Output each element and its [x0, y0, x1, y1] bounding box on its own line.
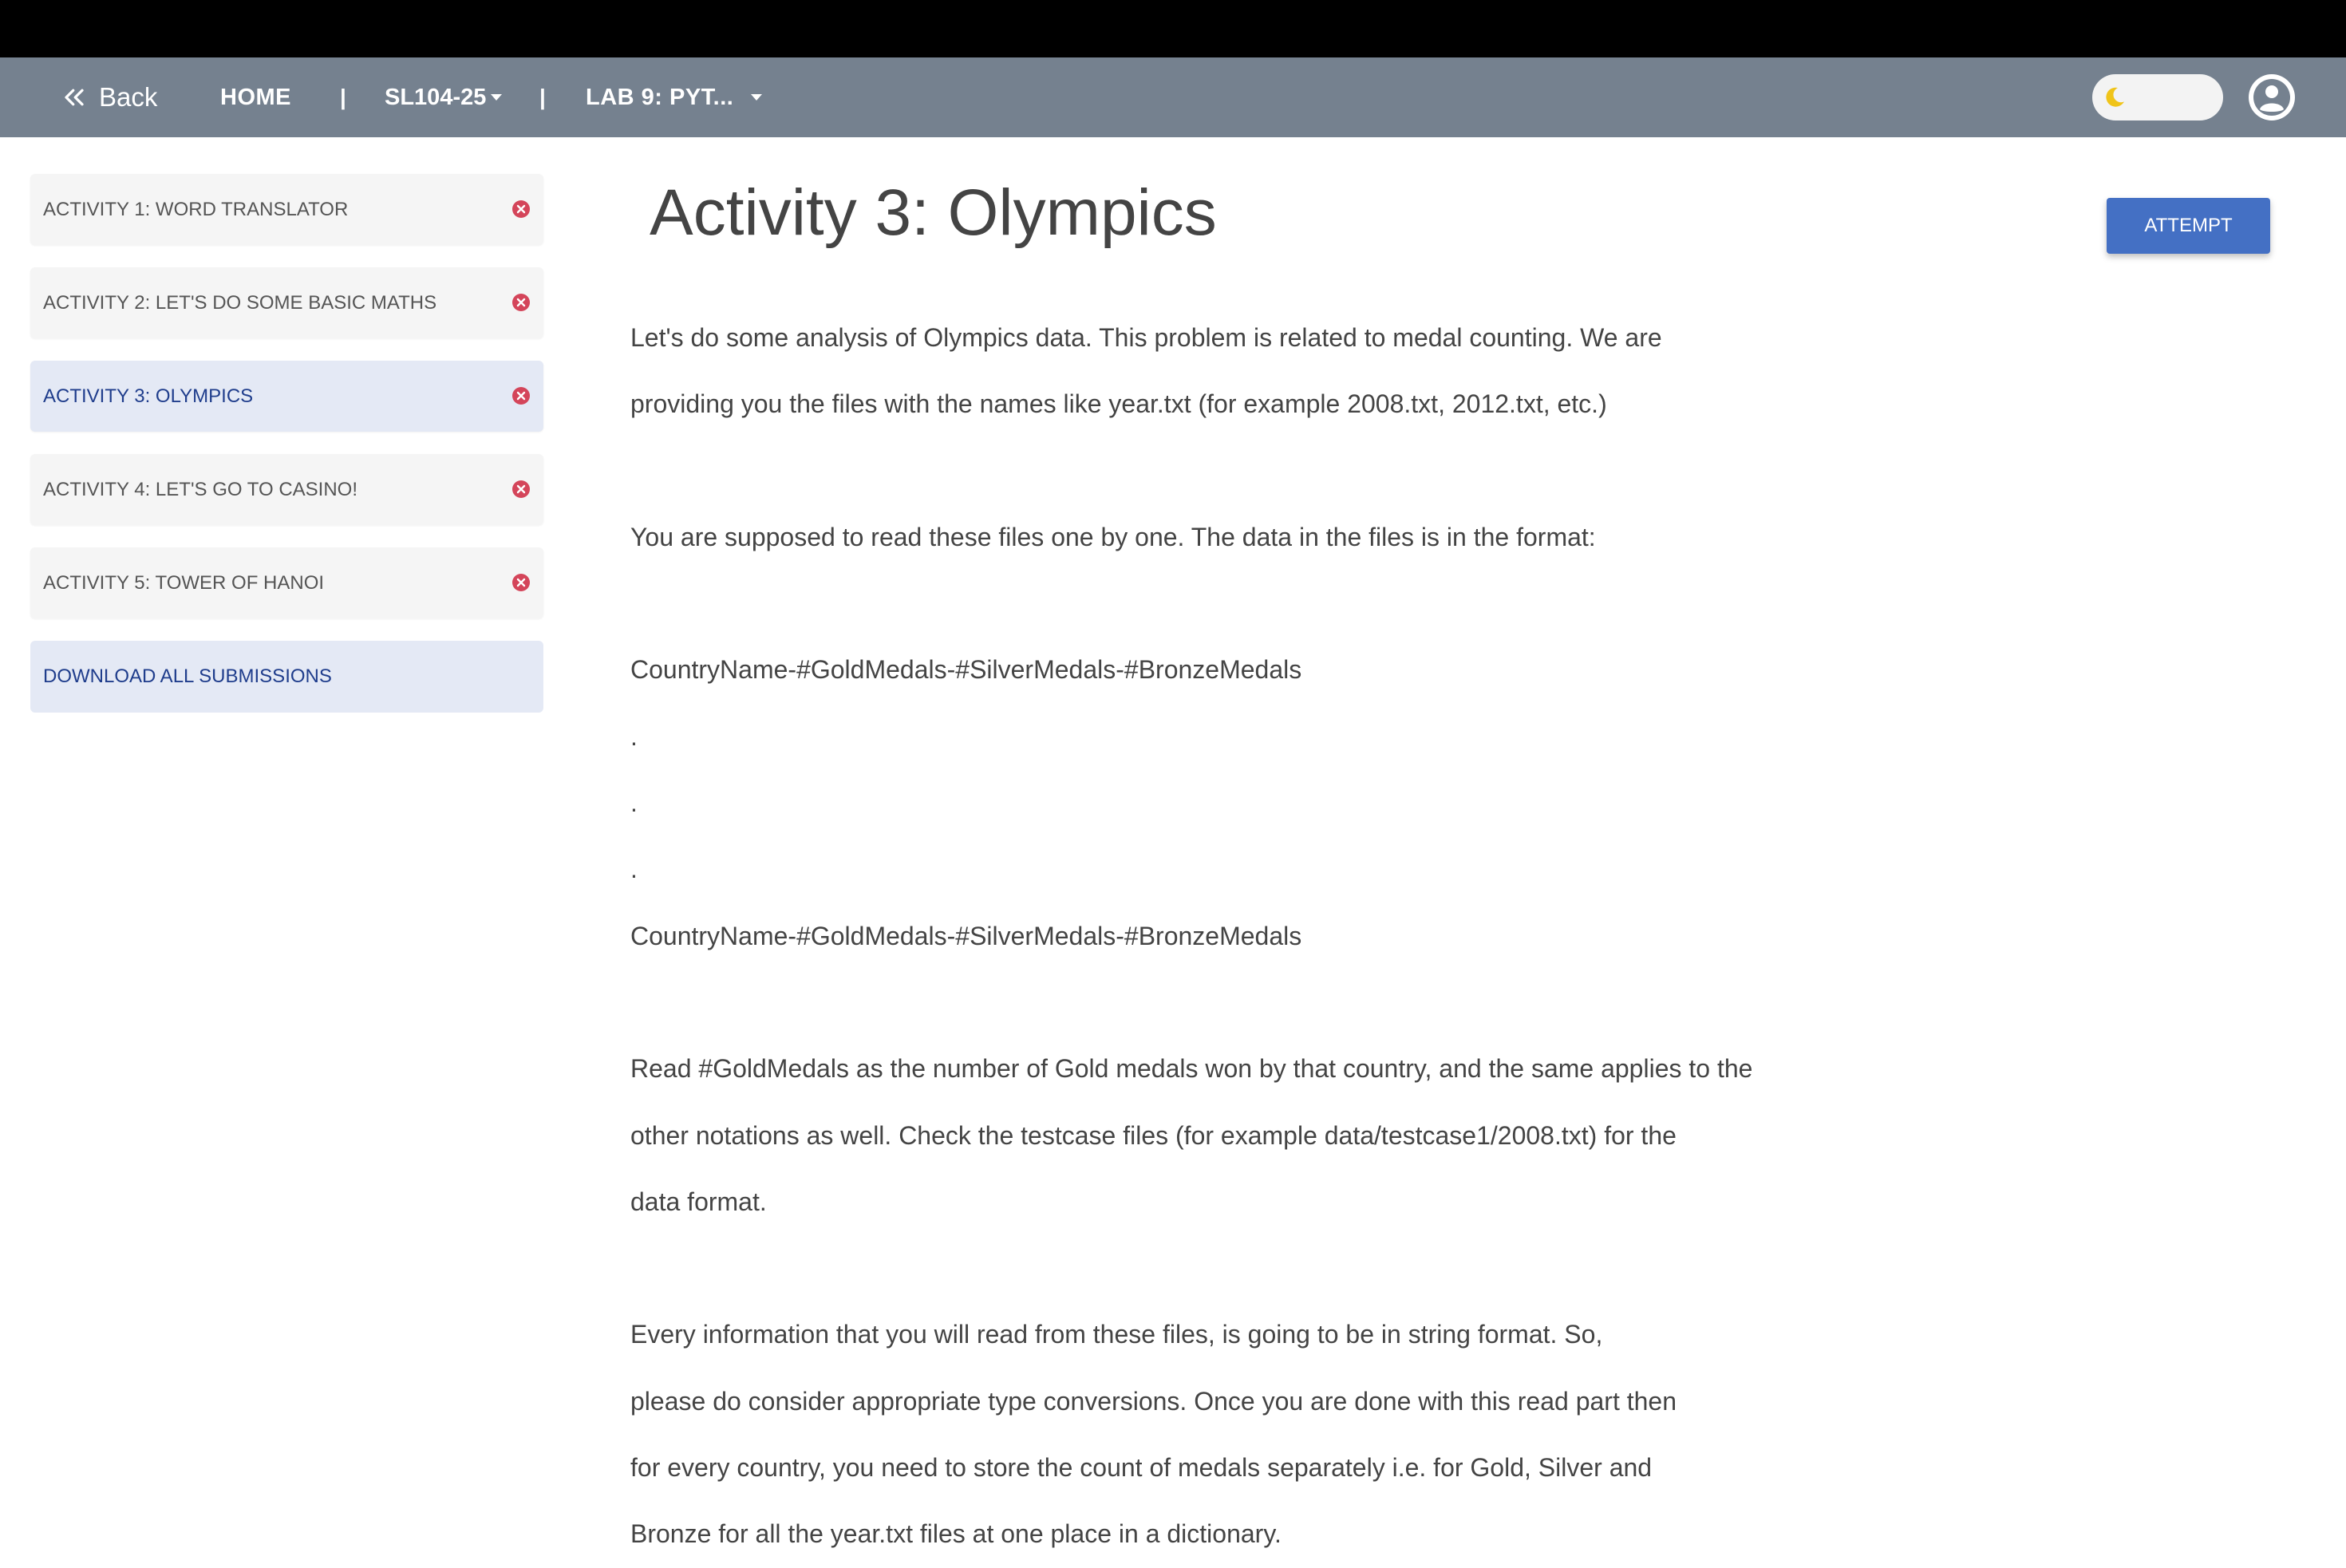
description-line: .	[630, 788, 638, 818]
description-line	[630, 438, 1795, 504]
back-button[interactable]: Back	[62, 57, 157, 137]
x-circle-icon	[512, 574, 530, 591]
nav-separator: |	[340, 85, 346, 109]
description-line: .	[630, 721, 638, 751]
description-line: Every information that you will read fro…	[630, 1320, 1603, 1349]
description-line: for every country, you need to store the…	[630, 1453, 1653, 1483]
sidebar-item-label: ACTIVITY 2: LET'S DO SOME BASIC MATHS	[43, 291, 437, 314]
description-line: providing you the files with the names l…	[630, 389, 1607, 419]
description-line: other notations as well. Check the testc…	[630, 1120, 1677, 1150]
attempt-button[interactable]: ATTEMPT	[2107, 198, 2270, 254]
description-line	[630, 970, 1795, 1036]
nav-separator: |	[539, 85, 546, 109]
caret-down-icon	[491, 94, 503, 101]
description-line	[630, 571, 1795, 637]
sidebar-item-label: ACTIVITY 5: TOWER OF HANOI	[43, 571, 325, 594]
page-title: Activity 3: Olympics	[650, 176, 1217, 249]
download-all-submissions-button[interactable]: DOWNLOAD ALL SUBMISSIONS	[30, 641, 543, 713]
description-line: .	[630, 855, 638, 884]
sidebar-item-activity-5[interactable]: ACTIVITY 5: TOWER OF HANOI	[30, 547, 543, 618]
navbar: Back HOME | SL104-25 | LAB 9: PYT...	[0, 57, 2346, 137]
moon-icon	[2106, 87, 2124, 107]
description-line: Read #GoldMedals as the number of Gold m…	[630, 1054, 1753, 1084]
caret-down-icon	[751, 94, 763, 101]
sidebar-item-activity-4[interactable]: ACTIVITY 4: LET'S GO TO CASINO!	[30, 454, 543, 525]
description-line: data format.	[630, 1187, 767, 1216]
x-circle-icon	[512, 480, 530, 498]
description-line: You are supposed to read these files one…	[630, 522, 1596, 551]
x-circle-icon	[512, 387, 530, 405]
description-line: Bronze for all the year.txt files at one…	[630, 1519, 1282, 1549]
top-black-bar	[0, 0, 2346, 57]
course-dropdown[interactable]: SL104-25	[385, 57, 503, 137]
x-circle-icon	[512, 200, 530, 218]
user-avatar-icon[interactable]	[2249, 74, 2295, 120]
sidebar-item-label: ACTIVITY 4: LET'S GO TO CASINO!	[43, 478, 358, 500]
sidebar-item-label: ACTIVITY 1: WORD TRANSLATOR	[43, 198, 349, 220]
back-label: Back	[99, 82, 158, 112]
double-chevron-left-icon	[65, 89, 84, 106]
description-line	[630, 1235, 1795, 1301]
description-line: CountryName-#GoldMedals-#SilverMedals-#B…	[630, 655, 1302, 685]
description-line: CountryName-#GoldMedals-#SilverMedals-#B…	[630, 921, 1302, 950]
activity-description: Let's do some analysis of Olympics data.…	[630, 305, 1795, 1568]
sidebar-item-activity-3[interactable]: ACTIVITY 3: OLYMPICS	[30, 361, 543, 432]
sidebar-item-label: ACTIVITY 3: OLYMPICS	[43, 385, 254, 407]
lab-dropdown[interactable]: LAB 9: PYT...	[586, 57, 763, 137]
description-line: please do consider appropriate type conv…	[630, 1386, 1677, 1416]
sidebar-item-activity-1[interactable]: ACTIVITY 1: WORD TRANSLATOR	[30, 174, 543, 245]
lab-label: LAB 9: PYT...	[586, 84, 734, 110]
description-line: Let's do some analysis of Olympics data.…	[630, 323, 1662, 352]
dark-mode-toggle[interactable]	[2092, 74, 2223, 120]
x-circle-icon	[512, 294, 530, 311]
activity-sidebar: ACTIVITY 1: WORD TRANSLATOR ACTIVITY 2: …	[30, 174, 543, 713]
course-label: SL104-25	[385, 84, 487, 110]
home-link[interactable]: HOME	[220, 57, 291, 137]
sidebar-item-activity-2[interactable]: ACTIVITY 2: LET'S DO SOME BASIC MATHS	[30, 267, 543, 338]
